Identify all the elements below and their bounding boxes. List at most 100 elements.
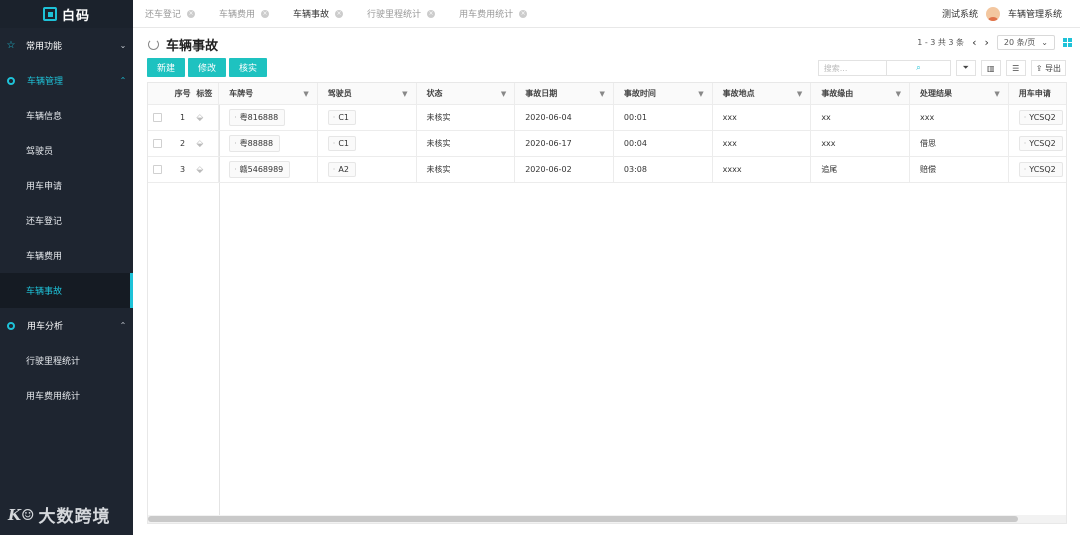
header-driver[interactable]: 驾驶员 ▼: [318, 83, 417, 104]
header-label: 事故地点: [722, 89, 755, 98]
apply-chip[interactable]: YCSQ2: [1018, 162, 1063, 177]
plate-chip[interactable]: 粤88888: [229, 135, 281, 152]
driver-chip[interactable]: C1: [327, 110, 357, 125]
search-icon[interactable]: ⌕: [886, 61, 950, 75]
header-place[interactable]: 事故地点 ▼: [713, 83, 812, 104]
sidebar-item-vehicle-return[interactable]: 还车登记: [0, 203, 133, 238]
tag-icon[interactable]: ⬙: [196, 165, 203, 175]
cell-tag: ⬙: [193, 157, 220, 182]
driver-chip[interactable]: C1: [327, 136, 357, 151]
scrollbar-thumb[interactable]: [148, 516, 1018, 522]
sidebar-group-label: 车辆管理: [27, 77, 64, 87]
caret-down-icon[interactable]: ▼: [698, 90, 703, 98]
new-button[interactable]: 新建: [147, 58, 186, 77]
caret-down-icon[interactable]: ▼: [303, 90, 308, 98]
caret-down-icon[interactable]: ▼: [402, 90, 407, 98]
sidebar-item-vehicle-accidents[interactable]: 车辆事故: [0, 273, 133, 308]
logo-text: 白码: [61, 8, 90, 24]
close-icon[interactable]: ×: [335, 9, 344, 18]
cell-place: xxx: [713, 105, 812, 130]
cell-status: 未核实: [417, 105, 516, 130]
close-icon[interactable]: ×: [519, 9, 528, 18]
header-time[interactable]: 事故时间 ▼: [614, 83, 713, 104]
row-checkbox[interactable]: [153, 113, 162, 122]
system-switcher[interactable]: 测试系统: [942, 7, 978, 20]
export-button[interactable]: ⇪ 导出: [1030, 60, 1066, 76]
header-plate[interactable]: 车牌号 ▼: [219, 83, 318, 104]
header-status[interactable]: 状态 ▼: [417, 83, 516, 104]
watermark: K☺ 大数跨境: [8, 502, 110, 528]
settings-columns-icon: ☰: [1012, 63, 1020, 73]
star-icon: ☆: [6, 40, 16, 51]
tab-vehicle-expenses[interactable]: 车辆费用 ×: [207, 0, 281, 28]
caret-down-icon[interactable]: ▼: [501, 90, 506, 98]
sidebar-group-usage-analysis[interactable]: 用车分析 ⌃: [0, 308, 133, 343]
horizontal-scrollbar[interactable]: [148, 515, 1066, 523]
table-header: 序号 标签 车牌号 ▼ 驾驶员 ▼ 状态 ▼ 事故日期 ▼ 事故时间 ▼ 事故地点 ▼ 事故…: [148, 83, 1066, 105]
cell-result: 赔偿: [910, 157, 1009, 182]
page-size-select[interactable]: 20 条/页 ⌄: [996, 35, 1055, 50]
close-icon[interactable]: ×: [261, 9, 270, 18]
tab-vehicle-accidents[interactable]: 车辆事故 ×: [281, 0, 355, 28]
export-label: 导出: [1045, 63, 1061, 73]
chart-button[interactable]: ▥: [980, 60, 1001, 76]
caret-down-icon[interactable]: ▼: [896, 90, 901, 98]
header-date[interactable]: 事故日期 ▼: [515, 83, 614, 104]
avatar[interactable]: [985, 6, 1000, 21]
chevron-right-icon[interactable]: ›: [984, 36, 988, 49]
tab-expense-stats[interactable]: 用车费用统计 ×: [447, 0, 539, 28]
filter-button[interactable]: ⏷: [955, 60, 976, 76]
caret-down-icon[interactable]: ▼: [797, 90, 802, 98]
tab-label: 车辆费用: [219, 10, 256, 20]
close-icon[interactable]: ×: [187, 9, 196, 18]
driver-chip[interactable]: A2: [327, 162, 356, 177]
table-row[interactable]: 2 ⬙ 粤88888 C1 未核实 2020-06-17 00:04 xxx x…: [148, 131, 1066, 157]
caret-down-icon[interactable]: ▼: [600, 90, 605, 98]
sidebar-group-common[interactable]: ☆ 常用功能 ⌄: [0, 28, 133, 63]
table-row[interactable]: 1 ⬙ 粤816888 C1 未核实 2020-06-04 00:01 xxx …: [148, 105, 1066, 131]
plate-chip[interactable]: 粤816888: [229, 109, 286, 126]
table-row[interactable]: 3 ⬙ 赣5468989 A2 未核实 2020-06-02 03:08 xxx…: [148, 157, 1066, 183]
cell-place: xxx: [713, 131, 812, 156]
edit-button[interactable]: 修改: [188, 58, 227, 77]
tag-icon[interactable]: ⬙: [196, 113, 203, 123]
header-label: 处理结果: [920, 89, 953, 98]
cell-reason: 追尾: [811, 157, 911, 182]
sidebar-item-expense-stats[interactable]: 用车费用统计: [0, 378, 133, 413]
header-result[interactable]: 处理结果 ▼: [910, 83, 1009, 104]
header-apply[interactable]: 用车申请: [1009, 83, 1066, 104]
close-icon[interactable]: ×: [427, 9, 436, 18]
caret-down-icon[interactable]: ▼: [994, 90, 999, 98]
cell-result: xxx: [910, 105, 1009, 130]
sidebar-item-vehicle-request[interactable]: 用车申请: [0, 168, 133, 203]
verify-button[interactable]: 核实: [229, 58, 268, 77]
columns-button[interactable]: ☰: [1005, 60, 1026, 76]
app-logo[interactable]: 白码: [0, 0, 133, 28]
row-checkbox[interactable]: [153, 165, 162, 174]
row-checkbox-cell: [148, 131, 170, 156]
apply-chip[interactable]: YCSQ2: [1018, 136, 1063, 151]
sidebar-item-vehicle-info[interactable]: 车辆信息: [0, 98, 133, 133]
refresh-icon[interactable]: [148, 39, 159, 50]
row-checkbox[interactable]: [153, 139, 162, 148]
sidebar-item-mileage-stats[interactable]: 行驶里程统计: [0, 343, 133, 378]
cell-no: 2: [180, 139, 186, 148]
apply-chip[interactable]: YCSQ2: [1018, 110, 1063, 125]
tab-mileage-stats[interactable]: 行驶里程统计 ×: [355, 0, 447, 28]
grid-view-icon[interactable]: [1063, 38, 1072, 47]
app-name[interactable]: 车辆管理系统: [1008, 7, 1062, 20]
chevron-left-icon[interactable]: ‹: [972, 36, 976, 49]
cell-result: 借思: [910, 131, 1009, 156]
sidebar-item-vehicle-expenses[interactable]: 车辆费用: [0, 238, 133, 273]
sidebar-item-drivers[interactable]: 驾驶员: [0, 133, 133, 168]
sidebar-group-vehicle-mgmt[interactable]: 车辆管理 ⌃: [0, 63, 133, 98]
cell-tag: ⬙: [193, 131, 220, 156]
plate-chip[interactable]: 赣5468989: [229, 161, 291, 178]
cell-tag: ⬙: [193, 105, 220, 130]
search-input[interactable]: 搜索... ⌕: [817, 60, 951, 76]
cell-time: 00:04: [614, 131, 713, 156]
tab-vehicle-return[interactable]: 还车登记 ×: [133, 0, 207, 28]
cell-status: 未核实: [417, 157, 516, 182]
header-reason[interactable]: 事故缘由 ▼: [811, 83, 911, 104]
tag-icon[interactable]: ⬙: [196, 139, 203, 149]
